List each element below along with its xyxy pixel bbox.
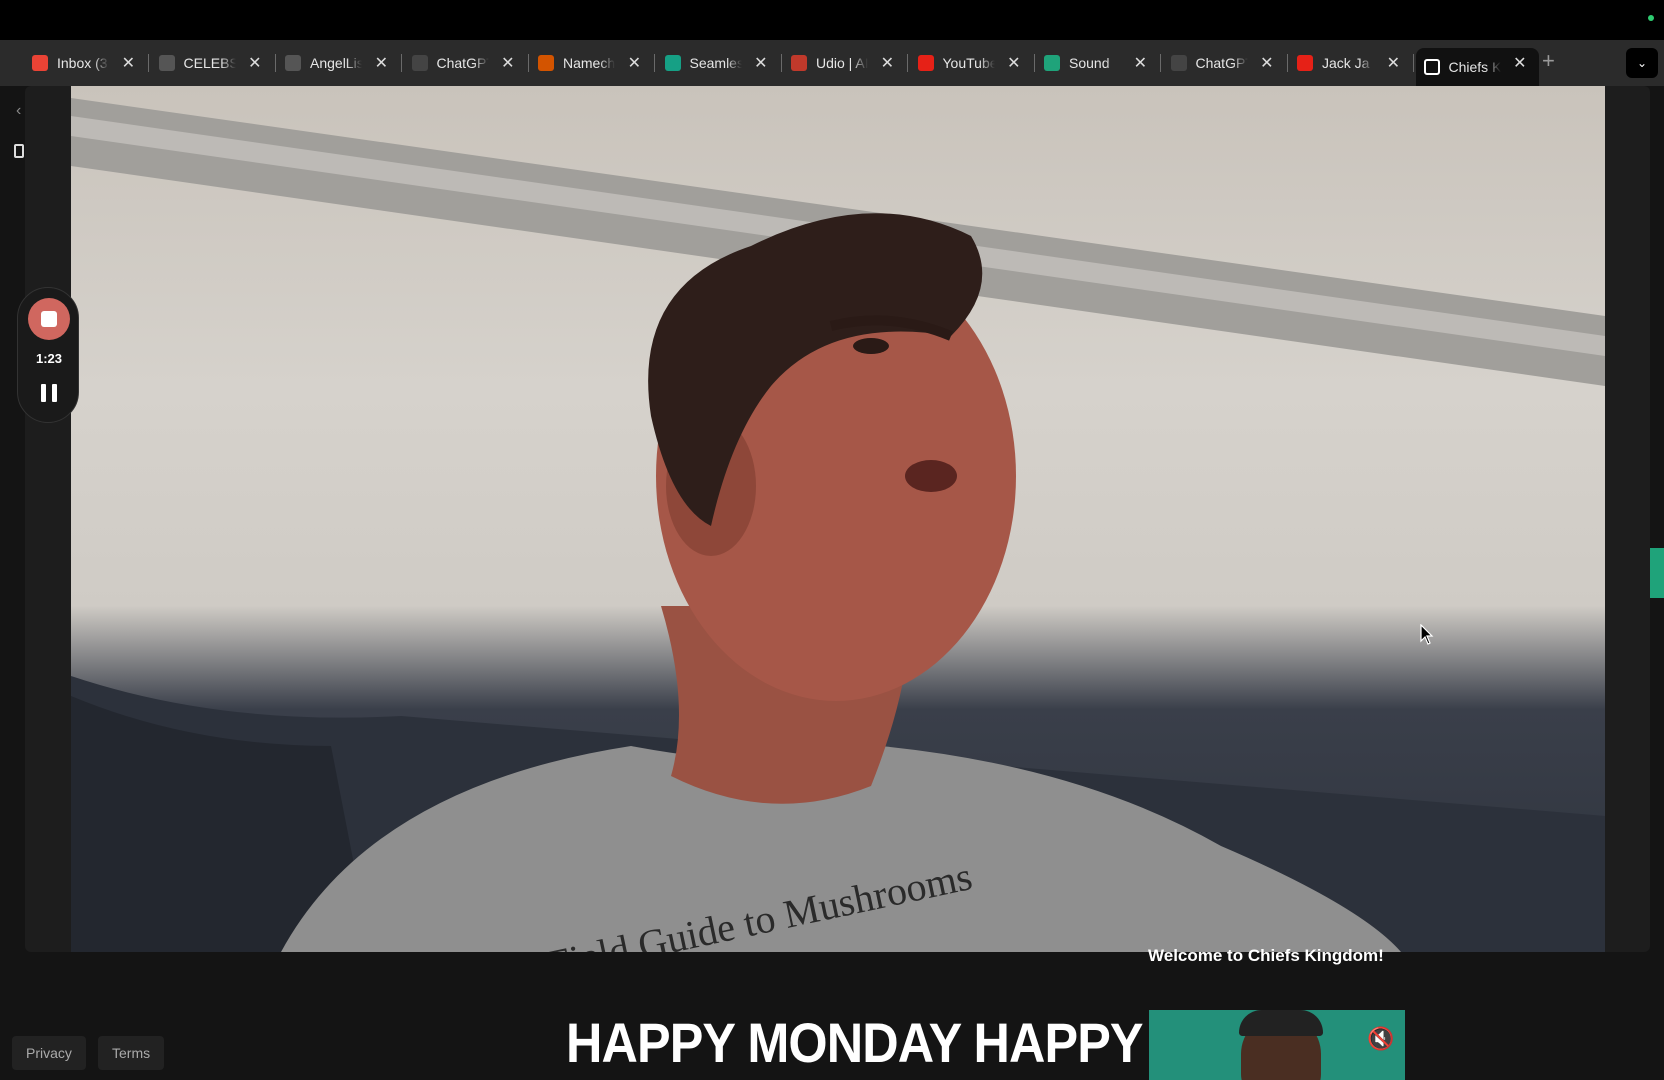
hand-icon	[285, 55, 301, 71]
tab-title: Sound	[1069, 55, 1110, 71]
tab-8[interactable]: Sound ✕	[1036, 48, 1161, 78]
stop-recording-button[interactable]	[28, 298, 70, 340]
tab-title: YouTube	[942, 55, 995, 71]
stop-icon	[41, 311, 57, 327]
tab-4[interactable]: Namecheap ✕	[530, 48, 655, 78]
youtube-icon	[917, 55, 934, 71]
tab-title: Seamless	[689, 55, 742, 71]
tab-0[interactable]: Inbox (3 ✕	[24, 48, 149, 78]
close-tab-icon[interactable]: ✕	[754, 53, 767, 73]
privacy-button[interactable]: Privacy	[12, 1036, 86, 1070]
tab-5[interactable]: Seamless ✕	[657, 48, 782, 78]
tab-title: Inbox (3	[57, 55, 108, 71]
tab-title: AngelList	[310, 55, 362, 71]
tab-1[interactable]: CELEBS ✕	[151, 48, 276, 78]
tab-separator	[1033, 54, 1035, 72]
promo-video-thumbnail[interactable]: 🔇	[1149, 1010, 1405, 1080]
doc-icon	[158, 55, 175, 71]
tab-separator	[654, 54, 655, 72]
tab-separator	[907, 54, 908, 72]
mute-icon[interactable]: 🔇	[1367, 1026, 1394, 1052]
os-top-bar	[0, 0, 1664, 40]
openai-icon	[411, 55, 428, 71]
status-dot	[1648, 15, 1654, 21]
welcome-text: Welcome to Chiefs Kingdom!	[1148, 946, 1384, 965]
tab-title: Jack Ja	[1322, 55, 1370, 71]
tab-separator	[1160, 54, 1161, 72]
side-widget-tab[interactable]	[1650, 548, 1664, 598]
seamless-icon	[664, 55, 681, 71]
mouse-cursor-icon	[1420, 624, 1434, 645]
close-tab-icon[interactable]: ✕	[1134, 53, 1147, 73]
tab-title: Namecheap	[563, 55, 615, 71]
tab-title: CELEBS	[183, 55, 236, 71]
tab-6[interactable]: Udio | AI ✕	[783, 48, 908, 78]
tab-9[interactable]: ChatGPT ✕	[1163, 48, 1288, 78]
close-tab-icon[interactable]: ✕	[628, 53, 641, 73]
udio-icon	[791, 55, 807, 71]
webcam-frame: Field Guide to Mushrooms	[71, 98, 1605, 952]
tab-title: ChatGPT	[1195, 55, 1248, 71]
close-tab-icon[interactable]: ✕	[1387, 53, 1400, 73]
close-tab-icon[interactable]: ✕	[248, 53, 261, 73]
tab-separator	[274, 54, 276, 72]
tab-10[interactable]: Jack Ja ✕	[1289, 48, 1414, 78]
new-tab-button[interactable]: +	[1542, 48, 1555, 74]
webcam-video: Field Guide to Mushrooms	[71, 86, 1605, 952]
tab-separator	[1413, 54, 1414, 72]
close-tab-icon[interactable]: ✕	[375, 53, 388, 73]
close-tab-icon[interactable]: ✕	[501, 53, 514, 73]
terms-button[interactable]: Terms	[98, 1036, 165, 1070]
tab-3[interactable]: ChatGPT ✕	[404, 48, 529, 78]
close-tab-icon[interactable]: ✕	[1260, 53, 1273, 73]
tab-title: Chiefs K	[1448, 59, 1501, 75]
document-icon	[14, 144, 24, 158]
close-tab-icon[interactable]: ✕	[1007, 53, 1020, 73]
tab-separator	[401, 54, 402, 72]
tab-7[interactable]: YouTube ✕	[910, 48, 1035, 78]
close-tab-icon[interactable]: ✕	[122, 53, 135, 73]
tab-list-button[interactable]: ⌄	[1626, 48, 1658, 78]
gmail-icon	[32, 55, 48, 71]
namecheap-icon	[538, 55, 554, 71]
tab-separator	[148, 54, 149, 72]
plus-cross-icon	[1044, 55, 1060, 71]
headline: HAPPY MONDAY HAPPY	[566, 1011, 1144, 1074]
tab-separator	[1286, 54, 1288, 72]
webcam-recorder-overlay: Field Guide to Mushrooms	[25, 86, 1650, 952]
cap-shape	[1239, 1010, 1323, 1036]
openai-icon	[1170, 55, 1187, 71]
tab-strip: Inbox (3✕CELEBS✕AngelList✕ChatGPT✕Namech…	[0, 40, 1664, 86]
tab-title: ChatGPT	[436, 55, 489, 71]
tab-separator	[780, 54, 782, 72]
tab-11[interactable]: Chiefs K ✕	[1415, 48, 1539, 86]
tab-separator	[527, 54, 529, 72]
page-icon	[1423, 59, 1440, 75]
back-arrow-icon[interactable]: ‹	[16, 102, 21, 120]
recording-controls: 1:23	[17, 287, 79, 423]
recording-timer: 1:23	[35, 351, 63, 366]
tab-2[interactable]: AngelList ✕	[277, 48, 402, 78]
close-tab-icon[interactable]: ✕	[1513, 53, 1526, 73]
youtube-icon	[1297, 55, 1313, 71]
pause-icon[interactable]	[41, 384, 57, 402]
close-tab-icon[interactable]: ✕	[881, 53, 894, 73]
tab-title: Udio | AI	[816, 55, 868, 71]
